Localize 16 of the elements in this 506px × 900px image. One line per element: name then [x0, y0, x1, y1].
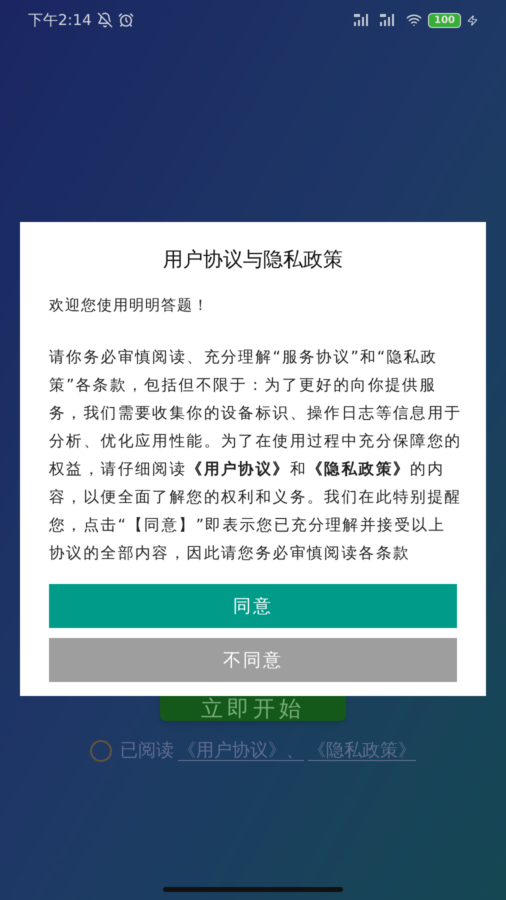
- home-indicator[interactable]: [163, 887, 343, 892]
- alarm-icon: [118, 12, 134, 28]
- wifi-icon: [406, 12, 422, 28]
- charging-icon: [467, 14, 478, 26]
- battery-level: 100: [428, 12, 461, 28]
- agreement-text: 请你务必审慎阅读、充分理解“服务协议”和“隐私政策”各条款，包括但不限于：为了更好的向你提供服务，我们需要收集你的设备标识、操作日志等信息用于分析、优化应用性能。为了在使用过程中充分保障您的权益，请仔细阅读《用户协议》和《隐私政策》的内容，以便全面了解您的权利和义务。我们在此特别提醒您，点击“【同意】”即表示您已充分理解并接受以上协议的全部内容，因此请您务必审慎阅读各条款: [49, 346, 463, 564]
- welcome-text: 欢迎您使用明明答题！: [49, 295, 210, 316]
- disagree-button[interactable]: 不同意: [49, 638, 457, 682]
- agreement-link[interactable]: 《用户协议》、: [178, 737, 304, 764]
- bell-off-icon: [96, 12, 113, 28]
- agree-button[interactable]: 同意: [49, 584, 457, 628]
- agreement-label: 已阅读: [120, 739, 174, 763]
- status-time: 下午2:14: [28, 10, 92, 31]
- agreement-link[interactable]: 《隐私政策》: [308, 737, 416, 764]
- agree-checkbox[interactable]: [90, 740, 112, 762]
- dialog-title: 用户协议与隐私政策: [162, 246, 344, 273]
